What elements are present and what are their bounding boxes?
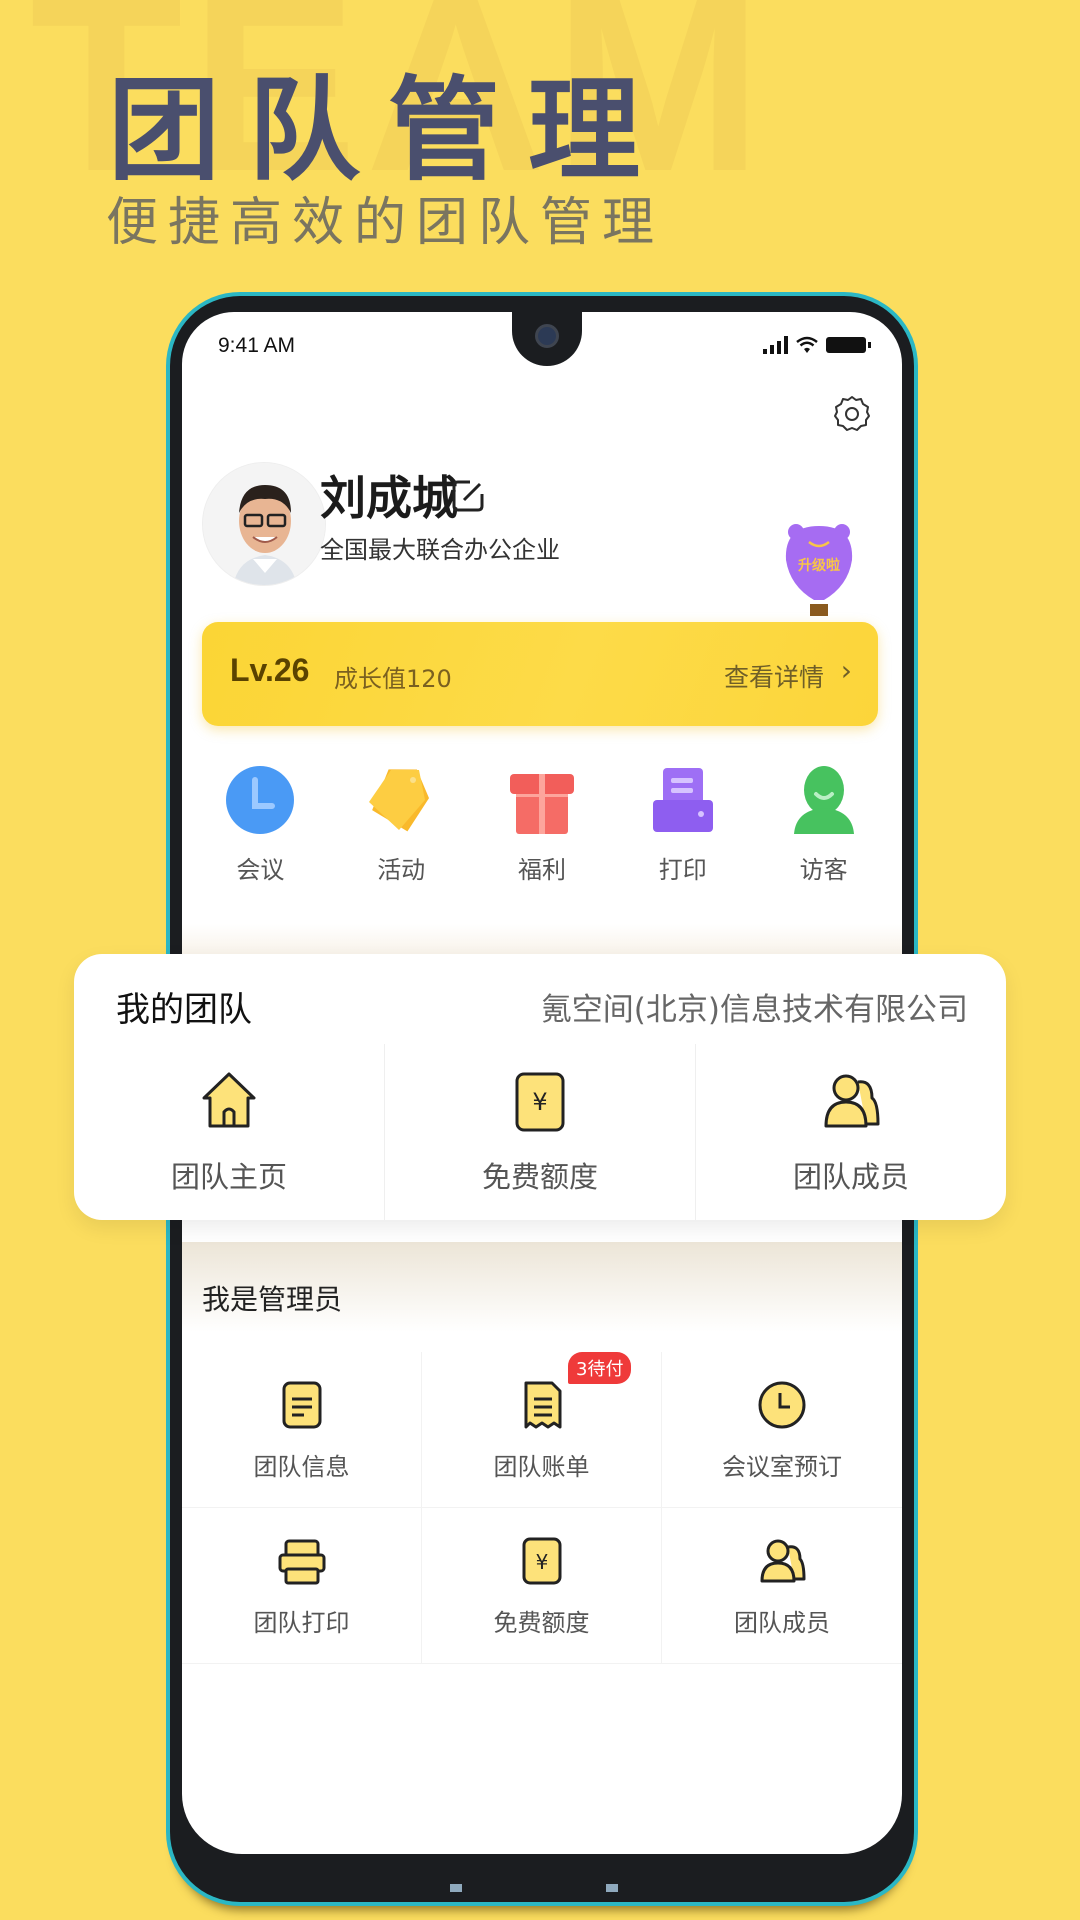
svg-text:¥: ¥ (532, 1088, 547, 1116)
upgrade-balloon[interactable]: 升级啦 (782, 520, 856, 618)
team-action-home[interactable]: 团队主页 (74, 1044, 385, 1220)
clock-icon (226, 766, 295, 834)
admin-item-team-print[interactable]: 团队打印 (182, 1508, 422, 1664)
team-action-free-quota[interactable]: ¥ 免费额度 (385, 1044, 696, 1220)
admin-item-team-members[interactable]: 团队成员 (662, 1508, 902, 1664)
growth-value: 成长值120 (334, 665, 452, 693)
tag-icon (369, 769, 430, 832)
speaker-dot (606, 1884, 618, 1892)
quick-action-activity[interactable]: 活动 (341, 762, 461, 885)
bill-icon (524, 1381, 561, 1429)
balloon-icon: 升级啦 (785, 524, 853, 616)
edit-icon[interactable] (450, 478, 486, 514)
avatar-portrait (203, 463, 325, 585)
quick-action-label: 会议 (236, 856, 285, 884)
company-tagline: 全国最大联合办公企业 (320, 536, 560, 564)
hero-subtitle: 便捷高效的团队管理 (106, 193, 665, 253)
admin-item-label: 团队成员 (734, 1609, 830, 1637)
status-time: 9:41 AM (218, 334, 296, 357)
members-icon (760, 1539, 806, 1583)
admin-item-team-bill[interactable]: 3待付 团队账单 (422, 1352, 662, 1508)
pending-badge: 3待付 (568, 1352, 632, 1384)
signal-icon (763, 336, 788, 354)
admin-item-label: 团队账单 (493, 1453, 590, 1481)
members-icon (824, 1074, 880, 1128)
yuan-card-icon: ¥ (515, 1072, 565, 1132)
admin-item-label: 免费额度 (493, 1609, 590, 1637)
admin-item-free-quota[interactable]: ¥ 免费额度 (422, 1508, 662, 1664)
clock-icon (758, 1381, 806, 1429)
team-action-members[interactable]: 团队成员 (696, 1044, 1006, 1220)
hero-title: 团队管理 (108, 66, 668, 196)
admin-grid: 团队信息 3待付 团队账单 会议室预订 团队打印 ¥ 免费额度 团队成员 (182, 1352, 902, 1664)
gear-icon[interactable] (832, 394, 872, 434)
home-icon (202, 1072, 256, 1128)
gift-icon (509, 774, 574, 834)
camera-notch (512, 312, 582, 366)
team-actions: 团队主页 ¥ 免费额度 团队成员 (74, 1044, 1006, 1220)
printer-icon (652, 768, 713, 832)
team-action-label: 团队成员 (792, 1160, 909, 1194)
quick-action-benefits[interactable]: 福利 (482, 762, 602, 885)
quick-action-meeting[interactable]: 会议 (200, 762, 320, 885)
wifi-icon (796, 336, 818, 353)
camera-icon (535, 324, 559, 348)
quick-action-print[interactable]: 打印 (623, 762, 743, 885)
admin-item-meeting-room[interactable]: 会议室预订 (662, 1352, 902, 1508)
yuan-card-icon: ¥ (522, 1537, 561, 1585)
quick-action-label: 打印 (658, 856, 707, 884)
team-action-label: 免费额度 (481, 1160, 598, 1194)
clipboard-icon (282, 1381, 321, 1429)
avatar[interactable] (202, 462, 326, 586)
admin-item-label: 团队信息 (253, 1453, 350, 1481)
quick-action-label: 福利 (517, 856, 566, 884)
admin-item-label: 团队打印 (253, 1609, 350, 1637)
admin-section-title: 我是管理员 (202, 1283, 343, 1316)
balloon-label: 升级啦 (798, 557, 840, 574)
chevron-right-icon: › (840, 654, 852, 687)
team-action-label: 团队主页 (170, 1160, 287, 1194)
level-card[interactable]: Lv.26 成长值120 查看详情 › (202, 622, 878, 726)
admin-item-label: 会议室预订 (722, 1453, 842, 1481)
quick-action-visitor[interactable]: 访客 (764, 762, 884, 885)
quick-action-label: 访客 (799, 856, 848, 884)
user-name: 刘成城 (320, 471, 458, 525)
speaker-dot (450, 1884, 462, 1892)
status-icons (763, 336, 871, 354)
svg-text:¥: ¥ (535, 1550, 548, 1574)
admin-item-team-info[interactable]: 团队信息 (182, 1352, 422, 1508)
team-card-title: 我的团队 (116, 990, 252, 1030)
my-team-card: 我的团队 氪空间(北京)信息技术有限公司 团队主页 ¥ 免费额度 团队成员 (74, 954, 1006, 1220)
quick-actions: 会议 活动 福利 打印 访客 (182, 762, 902, 885)
level-value: Lv.26 (230, 652, 310, 688)
battery-icon (826, 337, 871, 353)
printer-icon (278, 1539, 325, 1585)
quick-action-label: 活动 (377, 856, 426, 884)
visitor-icon (793, 766, 854, 834)
view-details-link[interactable]: 查看详情 (724, 658, 824, 694)
team-company-name: 氪空间(北京)信息技术有限公司 (540, 992, 968, 1028)
